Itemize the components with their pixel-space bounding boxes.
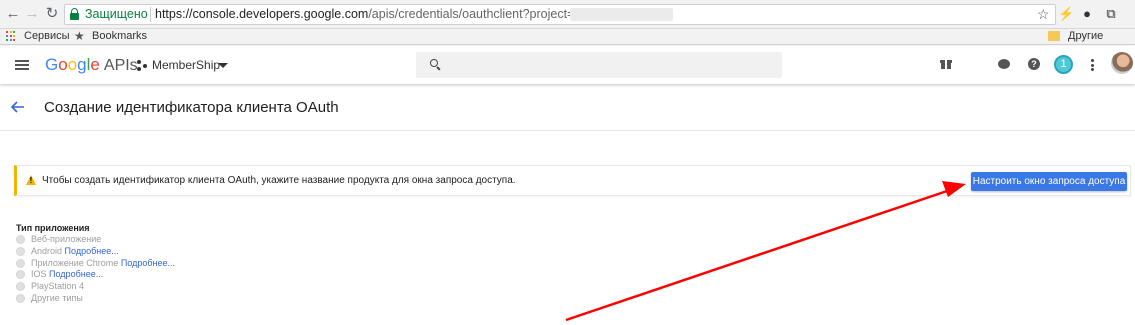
back-arrow-icon[interactable] [10, 99, 26, 115]
browser-toolbar: ← → ↻ Защищено https://console.developer… [0, 0, 1135, 29]
lock-icon [70, 8, 79, 20]
radio-button[interactable] [16, 294, 25, 303]
redacted-project-id [570, 8, 673, 21]
star-icon: ★ [74, 29, 85, 43]
radio-button[interactable] [16, 270, 25, 279]
search-icon [430, 59, 441, 71]
radio-button[interactable] [16, 259, 25, 268]
address-bar[interactable]: Защищено https://console.developers.goog… [64, 4, 1056, 25]
help-icon[interactable]: ? [1028, 58, 1040, 70]
radio-button[interactable] [16, 247, 25, 256]
warning-banner: ! Чтобы создать идентификатор клиента OA… [14, 165, 1131, 196]
radio-button[interactable] [16, 282, 25, 291]
menu-icon[interactable] [15, 60, 29, 70]
bookmark-bookmarks[interactable]: Bookmarks [92, 30, 147, 43]
page-title: Создание идентификатора клиента OAuth [44, 99, 339, 116]
notifications-badge[interactable]: 1 [1054, 55, 1073, 74]
project-selector[interactable]: MemberShip [152, 58, 220, 72]
project-icon[interactable] [137, 60, 149, 72]
chevron-down-icon[interactable] [218, 63, 228, 68]
gift-icon[interactable] [940, 59, 952, 69]
forward-icon[interactable]: → [23, 5, 41, 23]
divider [0, 130, 1135, 131]
configure-consent-screen-button[interactable]: Настроить окно запроса доступа [971, 172, 1127, 191]
extension-bolt-icon[interactable]: ⚡ [1058, 6, 1074, 22]
search-input[interactable] [416, 52, 782, 78]
more-link[interactable]: Подробнее... [121, 258, 175, 268]
secure-label: Защищено [85, 7, 148, 21]
banner-text: Чтобы создать идентификатор клиента OAut… [42, 175, 516, 186]
bookmark-star-icon[interactable]: ☆ [1037, 5, 1050, 24]
radio-button[interactable] [16, 235, 25, 244]
app-header: Google APIs MemberShip ? 1 [0, 46, 1135, 84]
reload-icon[interactable]: ↻ [43, 5, 61, 23]
more-link[interactable]: Подробнее... [65, 246, 119, 256]
more-link[interactable]: Подробнее... [49, 269, 103, 279]
extension-icon[interactable]: ● [1079, 6, 1095, 22]
extension-window-icon[interactable]: ⧉ [1103, 6, 1119, 22]
bookmark-services[interactable]: Сервисы [24, 30, 70, 43]
feedback-icon[interactable] [998, 59, 1010, 69]
google-apis-logo[interactable]: Google APIs [45, 55, 138, 76]
avatar[interactable] [1111, 52, 1133, 74]
more-options-icon[interactable] [1091, 59, 1094, 71]
folder-icon [1048, 31, 1060, 41]
apps-icon[interactable] [6, 31, 16, 41]
back-icon[interactable]: ← [4, 5, 22, 23]
bookmarks-bar: Сервисы ★ Bookmarks Другие заклад [0, 29, 1135, 55]
